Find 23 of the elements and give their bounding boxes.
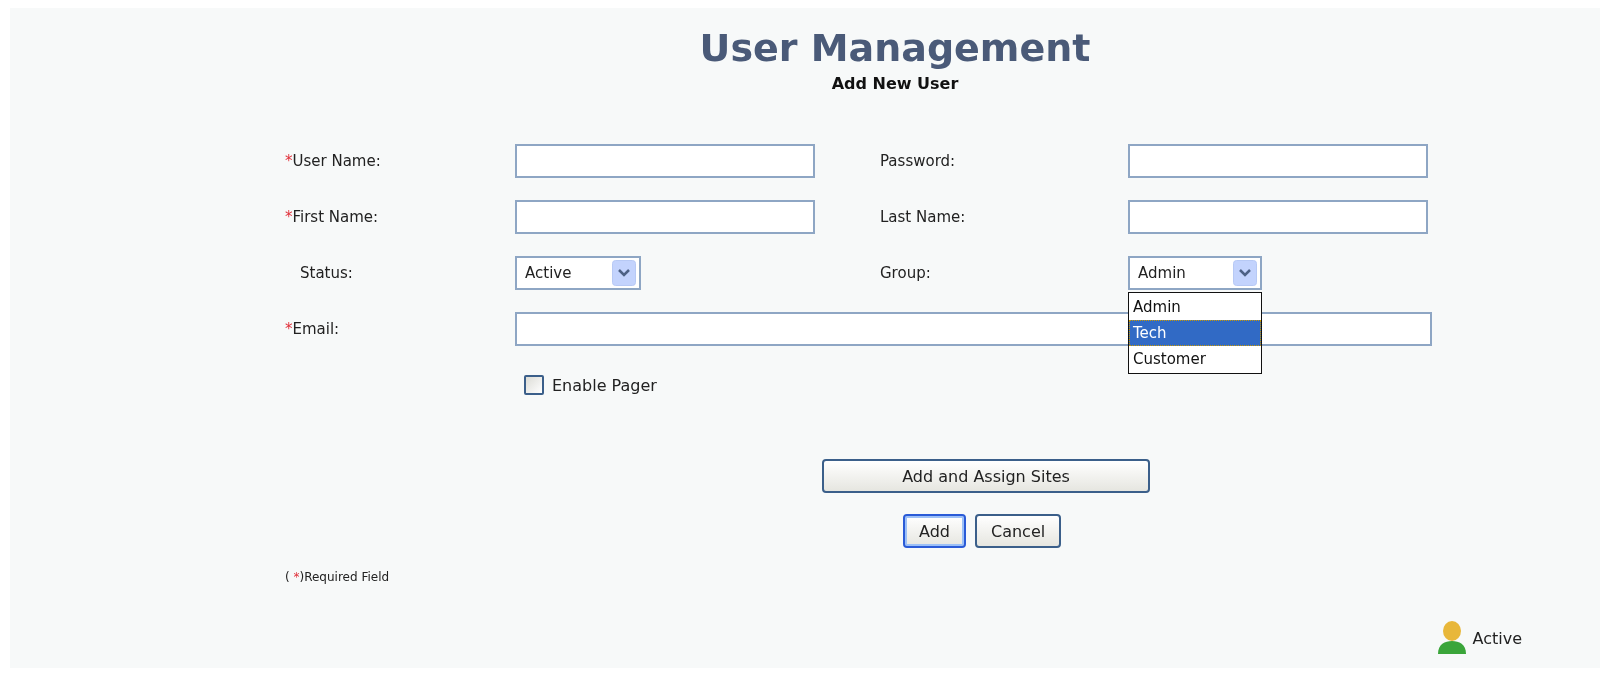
checkbox[interactable]: [524, 375, 544, 395]
page-subtitle: Add New User: [831, 74, 959, 93]
status-text: Active: [1472, 628, 1522, 648]
required-field-note: ( *)Required Field: [285, 570, 390, 584]
text-field[interactable]: [1128, 200, 1428, 234]
text-field[interactable]: [1128, 144, 1428, 178]
field-label: Group:: [879, 264, 932, 282]
text-field[interactable]: [515, 200, 815, 234]
form-button[interactable]: Cancel: [975, 514, 1062, 548]
form-button[interactable]: Add: [903, 514, 966, 548]
field-label: Password:: [879, 152, 957, 170]
select-field[interactable]: Admin: [1128, 256, 1262, 290]
field-label: *First Name:: [285, 208, 380, 226]
page-title: User Management: [699, 26, 1091, 70]
select-field[interactable]: Active: [515, 256, 641, 290]
checkbox-label: Enable Pager: [552, 375, 657, 395]
field-label: *Email:: [285, 320, 341, 338]
field-label: Status:: [299, 264, 354, 282]
dropdown-option[interactable]: Tech: [1129, 320, 1261, 346]
field-label: *User Name:: [285, 152, 382, 170]
field-label: Last Name:: [879, 208, 967, 226]
assign-sites-button[interactable]: Add and Assign Sites: [822, 459, 1150, 493]
text-field[interactable]: [515, 144, 815, 178]
